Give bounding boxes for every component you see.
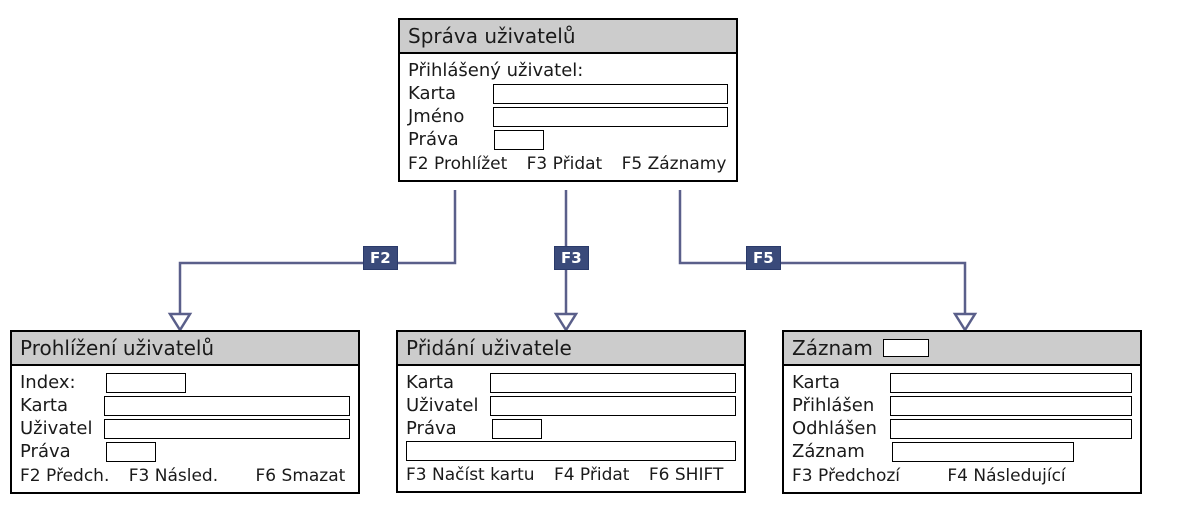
action-f3-add[interactable]: F3 Přidat: [527, 154, 603, 174]
field-label-prihlasen: Přihlášen: [792, 395, 882, 416]
field-prava[interactable]: [106, 442, 156, 462]
action-f4-add[interactable]: F4 Přidat: [554, 465, 630, 485]
action-f6-delete[interactable]: F6 Smazat: [256, 466, 346, 486]
field-label-karta: Karta: [406, 372, 482, 393]
node-add-user: Přidání uživatele Karta Uživatel Práva F…: [396, 330, 746, 493]
field-prihlasen[interactable]: [890, 396, 1132, 416]
logged-in-label: Přihlášený uživatel:: [408, 60, 583, 81]
title-text: Záznam: [792, 336, 873, 360]
node-user-management: Správa uživatelů Přihlášený uživatel: Ka…: [398, 18, 738, 182]
title-text: Přidání uživatele: [406, 336, 572, 360]
field-karta[interactable]: [890, 373, 1132, 393]
node-title: Správa uživatelů: [400, 20, 736, 54]
action-f3-next[interactable]: F3 Násled.: [129, 466, 218, 486]
action-f6-shift[interactable]: F6 SHIFT: [649, 465, 723, 485]
action-f5-records[interactable]: F5 Záznamy: [622, 154, 727, 174]
field-label-zaznam: Záznam: [792, 441, 884, 462]
field-label-uzivatel: Uživatel: [20, 418, 96, 439]
field-label-jmeno: Jméno: [408, 106, 485, 127]
action-f3-prev[interactable]: F3 Předchozí: [792, 466, 900, 486]
edge-key-f5: F5: [746, 246, 781, 270]
field-karta[interactable]: [104, 396, 350, 416]
edge-key-f3: F3: [554, 246, 589, 270]
field-label-karta: Karta: [792, 372, 882, 393]
node-title: Záznam: [784, 332, 1140, 366]
node-title: Prohlížení uživatelů: [12, 332, 358, 366]
field-uzivatel[interactable]: [104, 419, 350, 439]
field-jmeno[interactable]: [493, 107, 728, 127]
edge-key-f2: F2: [363, 246, 398, 270]
field-odhlasen[interactable]: [890, 419, 1132, 439]
field-index[interactable]: [106, 373, 186, 393]
field-karta[interactable]: [490, 373, 736, 393]
field-label-prava: Práva: [20, 441, 98, 462]
node-footer: F3 Načíst kartu F4 Přidat F6 SHIFT: [406, 465, 736, 485]
field-extra[interactable]: [406, 441, 736, 461]
field-label-prava: Práva: [406, 418, 484, 439]
node-footer: F3 Předchozí F4 Následující: [792, 466, 1132, 486]
node-footer: F2 Předch. F3 Násled. F6 Smazat: [20, 466, 350, 486]
field-prava[interactable]: [492, 419, 542, 439]
field-label-index: Index:: [20, 372, 98, 393]
action-f4-next[interactable]: F4 Následující: [947, 466, 1065, 486]
node-browse-users: Prohlížení uživatelů Index: Karta Uživat…: [10, 330, 360, 494]
field-label-karta: Karta: [408, 83, 485, 104]
field-zaznam[interactable]: [892, 442, 1074, 462]
node-title: Přidání uživatele: [398, 332, 744, 366]
field-prava[interactable]: [494, 130, 544, 150]
field-label-prava: Práva: [408, 129, 486, 150]
title-text: Správa uživatelů: [408, 24, 576, 48]
field-label-uzivatel: Uživatel: [406, 395, 482, 416]
action-f3-readcard[interactable]: F3 Načíst kartu: [406, 465, 535, 485]
field-label-odhlasen: Odhlášen: [792, 418, 882, 439]
field-label-karta: Karta: [20, 395, 96, 416]
node-record: Záznam Karta Přihlášen Odhlášen Záznam F…: [782, 330, 1142, 494]
title-field[interactable]: [883, 339, 929, 357]
action-f2-browse[interactable]: F2 Prohlížet: [408, 154, 507, 174]
field-uzivatel[interactable]: [490, 396, 736, 416]
action-f2-prev[interactable]: F2 Předch.: [20, 466, 109, 486]
field-karta[interactable]: [493, 84, 728, 104]
title-text: Prohlížení uživatelů: [20, 336, 214, 360]
node-footer: F2 Prohlížet F3 Přidat F5 Záznamy: [408, 154, 728, 174]
